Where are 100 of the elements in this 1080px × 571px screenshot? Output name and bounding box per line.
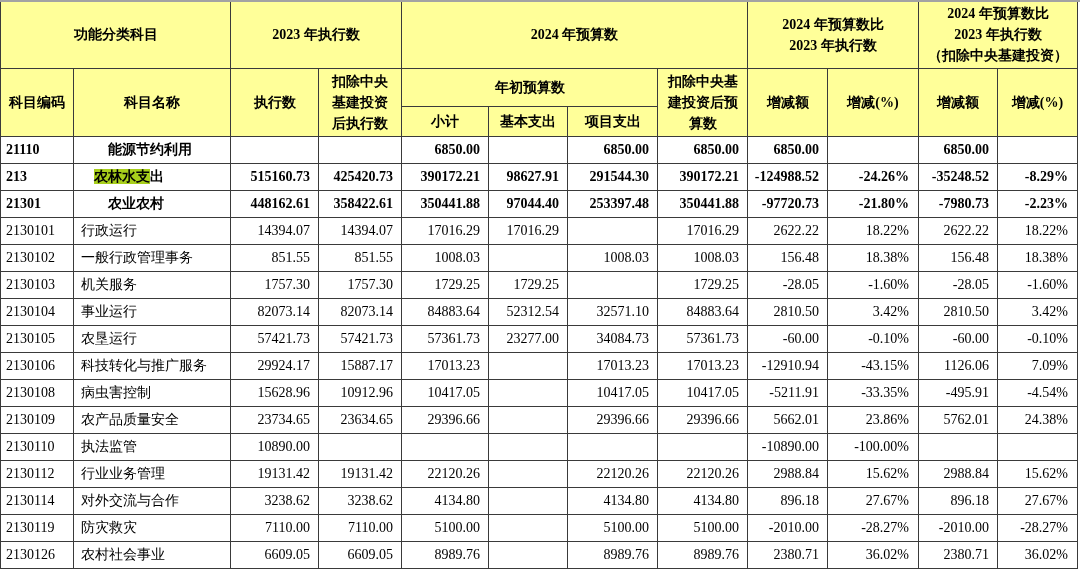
amount-value: 98627.91	[506, 169, 559, 184]
account-name: 农业农村	[108, 196, 164, 211]
account-code: 213	[6, 169, 27, 184]
percent-change: -28.27%	[861, 520, 909, 535]
account-code: 2130108	[6, 385, 55, 400]
amount-value: 10417.05	[427, 385, 480, 400]
amount-value: 2810.50	[943, 304, 989, 319]
column-header: 年初预算数	[494, 78, 565, 97]
percent-change: 3.42%	[872, 304, 909, 319]
account-name: 事业运行	[81, 304, 137, 319]
amount-value: 29924.17	[257, 358, 310, 373]
amount-value: 97044.40	[506, 196, 559, 211]
amount-value: 2380.71	[943, 547, 989, 562]
percent-change: -21.80%	[858, 196, 909, 211]
amount-value: 10890.00	[257, 439, 310, 454]
percent-change: -33.35%	[861, 385, 909, 400]
amount-value: 29396.66	[427, 412, 480, 427]
amount-value: 7110.00	[348, 520, 393, 535]
amount-value: 156.48	[780, 250, 819, 265]
account-code: 2130102	[6, 250, 55, 265]
amount-value: 425420.73	[333, 169, 393, 184]
percent-change: -0.10%	[1027, 331, 1068, 346]
amount-value: 6609.05	[347, 547, 393, 562]
account-name: 防灾救灾	[81, 520, 137, 535]
amount-value: 1008.03	[693, 250, 739, 265]
amount-value: 156.48	[950, 250, 989, 265]
amount-value: -2010.00	[768, 520, 819, 535]
percent-change: -0.10%	[868, 331, 909, 346]
amount-value: -7980.73	[938, 196, 989, 211]
amount-value: 350441.88	[679, 196, 739, 211]
amount-value: 291544.30	[589, 169, 649, 184]
column-header: 增减(%)	[847, 93, 899, 112]
account-code: 2130114	[6, 493, 55, 508]
account-code: 21110	[6, 142, 40, 157]
amount-value: 10417.05	[686, 385, 739, 400]
account-code: 21301	[6, 196, 41, 211]
account-name: 农垦运行	[81, 331, 137, 346]
column-header: 执行数	[253, 93, 296, 112]
amount-value: 5100.00	[693, 520, 739, 535]
account-code: 2130119	[6, 520, 55, 535]
column-header: 扣除中央基建投资后执行数	[330, 72, 389, 133]
account-name: 农林水支出	[94, 169, 164, 184]
amount-value: 390172.21	[679, 169, 739, 184]
amount-value: 515160.73	[250, 169, 310, 184]
amount-value: 34084.73	[596, 331, 649, 346]
amount-value: 390172.21	[420, 169, 480, 184]
column-header: 增减额	[766, 93, 809, 112]
amount-value: 3238.62	[264, 493, 310, 508]
amount-value: 19131.42	[257, 466, 310, 481]
amount-value: -60.00	[952, 331, 989, 346]
amount-value: 2988.84	[773, 466, 819, 481]
percent-change: 15.62%	[865, 466, 909, 481]
amount-value: 52312.54	[506, 304, 559, 319]
percent-change: 27.67%	[1024, 493, 1068, 508]
amount-value: 57361.73	[686, 331, 739, 346]
amount-value: 17016.29	[506, 223, 559, 238]
amount-value: 15887.17	[340, 358, 393, 373]
percent-change: -24.26%	[858, 169, 909, 184]
account-name: 行业业务管理	[81, 466, 165, 481]
amount-value: 17016.29	[686, 223, 739, 238]
amount-value: 57421.73	[257, 331, 310, 346]
amount-value: 5100.00	[603, 520, 649, 535]
amount-value: 17016.29	[427, 223, 480, 238]
amount-value: 350441.88	[420, 196, 480, 211]
amount-value: 2988.84	[943, 466, 989, 481]
amount-value: 358422.61	[333, 196, 393, 211]
amount-value: 5762.01	[943, 412, 989, 427]
amount-value: 57361.73	[427, 331, 480, 346]
percent-change: -1.60%	[1027, 277, 1068, 292]
account-name: 病虫害控制	[81, 385, 151, 400]
amount-value: 8989.76	[693, 547, 739, 562]
column-header: 基本支出	[500, 112, 556, 131]
amount-value: 17013.23	[427, 358, 480, 373]
amount-value: 22120.26	[427, 466, 480, 481]
amount-value: 896.18	[780, 493, 819, 508]
amount-value: -5211.91	[769, 385, 819, 400]
percent-change: 27.67%	[865, 493, 909, 508]
amount-value: 1008.03	[603, 250, 649, 265]
account-code: 2130105	[6, 331, 55, 346]
amount-value: 17013.23	[596, 358, 649, 373]
amount-value: 19131.42	[340, 466, 393, 481]
amount-value: 6850.00	[603, 142, 649, 157]
column-header: 项目支出	[584, 112, 641, 131]
amount-value: 1729.25	[693, 277, 739, 292]
amount-value: 8989.76	[434, 547, 480, 562]
amount-value: 6850.00	[693, 142, 739, 157]
amount-value: 7110.00	[265, 520, 310, 535]
amount-value: 1757.30	[264, 277, 310, 292]
amount-value: 2622.22	[773, 223, 819, 238]
amount-value: 22120.26	[596, 466, 649, 481]
account-name: 一般行政管理事务	[81, 250, 193, 265]
group-header-note: （扣除中央基建投资）	[927, 47, 1069, 66]
amount-value: 1126.06	[944, 358, 989, 373]
percent-change: 23.86%	[865, 412, 909, 427]
amount-value: -28.05	[782, 277, 819, 292]
amount-value: 851.55	[271, 250, 310, 265]
amount-value: 10912.96	[340, 385, 393, 400]
group-header: 2024 年预算数	[530, 26, 619, 45]
account-code: 2130103	[6, 277, 55, 292]
account-name: 行政运行	[81, 223, 137, 238]
